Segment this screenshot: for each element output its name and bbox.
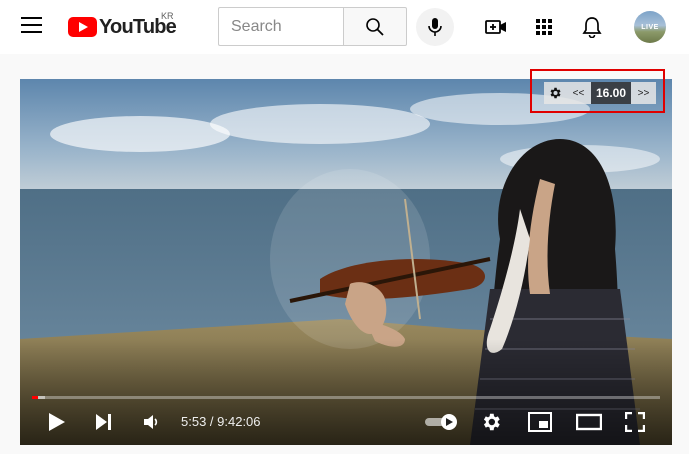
video-player[interactable] (20, 79, 672, 445)
gear-icon (483, 413, 500, 431)
theater-mode-button[interactable] (574, 408, 604, 436)
avatar[interactable]: LIVE (634, 11, 666, 43)
avatar-text: LIVE (641, 23, 659, 31)
theater-mode-icon (576, 413, 602, 431)
next-icon (96, 414, 111, 430)
search-icon (366, 17, 384, 36)
fullscreen-icon (625, 412, 645, 432)
play-icon (49, 413, 65, 431)
highlight-annotation-box (530, 69, 665, 113)
microphone-icon (428, 18, 442, 36)
masthead: YouTube KR Search LIVE (0, 0, 689, 54)
youtube-play-logo-icon (68, 17, 97, 37)
volume-icon (144, 415, 158, 429)
fullscreen-button[interactable] (622, 408, 648, 436)
time-display: 5:53 / 9:42:06 (181, 414, 261, 429)
progress-fill (32, 396, 39, 399)
video-frame (20, 79, 672, 445)
notifications-button[interactable] (580, 15, 604, 39)
create-button[interactable] (484, 15, 508, 39)
apps-grid-icon (536, 19, 552, 35)
autoplay-toggle[interactable] (424, 408, 460, 436)
settings-button[interactable] (478, 408, 504, 436)
miniplayer-icon (528, 412, 552, 432)
next-button[interactable] (92, 408, 116, 436)
play-button[interactable] (44, 408, 70, 436)
mute-button[interactable] (140, 408, 164, 436)
autoplay-toggle-icon (425, 414, 457, 430)
voice-search-button[interactable] (416, 8, 454, 46)
youtube-logo[interactable]: YouTube (68, 15, 177, 39)
apps-button[interactable] (532, 15, 556, 39)
progress-bar[interactable] (32, 396, 660, 399)
search-button[interactable] (343, 7, 407, 46)
create-video-icon (485, 20, 506, 34)
search-input[interactable] (218, 7, 344, 46)
hamburger-menu-icon[interactable] (21, 17, 42, 35)
miniplayer-button[interactable] (526, 408, 554, 436)
region-code: KR (161, 11, 174, 21)
bell-icon (582, 17, 602, 38)
